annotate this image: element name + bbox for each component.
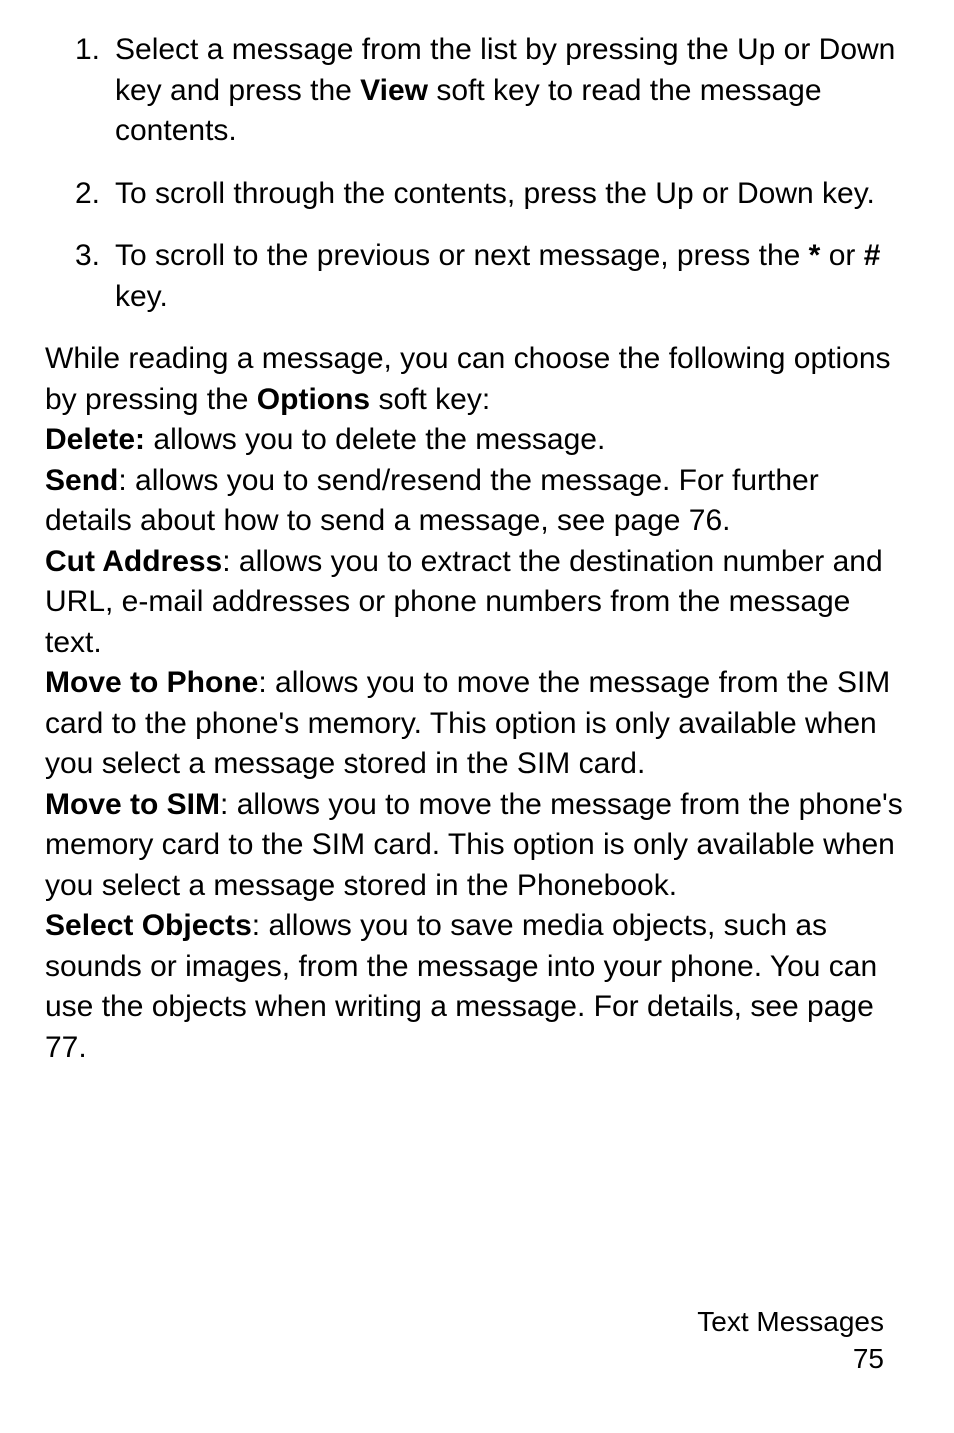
option-send: Send: allows you to send/resend the mess… [45,461,909,542]
step-text-post: key. [115,280,168,313]
step-3: 3.To scroll to the previous or next mess… [45,236,909,317]
hash-icon: # [864,239,881,272]
step-text-pre: To scroll to the previous or next messag… [115,239,809,272]
option-label: Delete: [45,423,145,456]
step-2: 2.To scroll through the contents, press … [45,174,909,215]
option-colon: : [222,545,239,578]
options-intro: While reading a message, you can choose … [45,339,909,420]
options-softkey-label: Options [257,383,370,416]
option-label: Select Objects [45,909,252,942]
intro-post: soft key: [370,383,490,416]
option-label: Move to Phone [45,666,258,699]
option-move-to-sim: Move to SIM: allows you to move the mess… [45,785,909,907]
view-softkey-label: View [360,74,428,107]
star-icon: * [809,239,821,272]
option-colon: : [118,464,135,497]
manual-page: 1.Select a message from the list by pres… [0,0,954,1433]
step-text-mid: or [820,239,863,272]
option-text: allows you to delete the message. [145,423,605,456]
option-label: Move to SIM [45,788,220,821]
step-number: 1. [75,30,115,71]
option-colon: : [258,666,275,699]
option-move-to-phone: Move to Phone: allows you to move the me… [45,663,909,785]
option-label: Cut Address [45,545,222,578]
option-delete: Delete: allows you to delete the message… [45,420,909,461]
numbered-steps: 1.Select a message from the list by pres… [45,30,909,317]
option-cut-address: Cut Address: allows you to extract the d… [45,542,909,664]
option-colon: : [220,788,237,821]
footer-section-title: Text Messages [697,1304,884,1340]
step-number: 2. [75,174,115,215]
option-colon: : [252,909,269,942]
option-text: allows you to send/resend the message. F… [45,464,819,538]
footer-page-number: 75 [697,1341,884,1377]
step-number: 3. [75,236,115,277]
step-1: 1.Select a message from the list by pres… [45,30,909,152]
page-footer: Text Messages 75 [697,1304,884,1377]
option-label: Send [45,464,118,497]
step-text: To scroll through the contents, press th… [115,177,875,210]
option-select-objects: Select Objects: allows you to save media… [45,906,909,1068]
